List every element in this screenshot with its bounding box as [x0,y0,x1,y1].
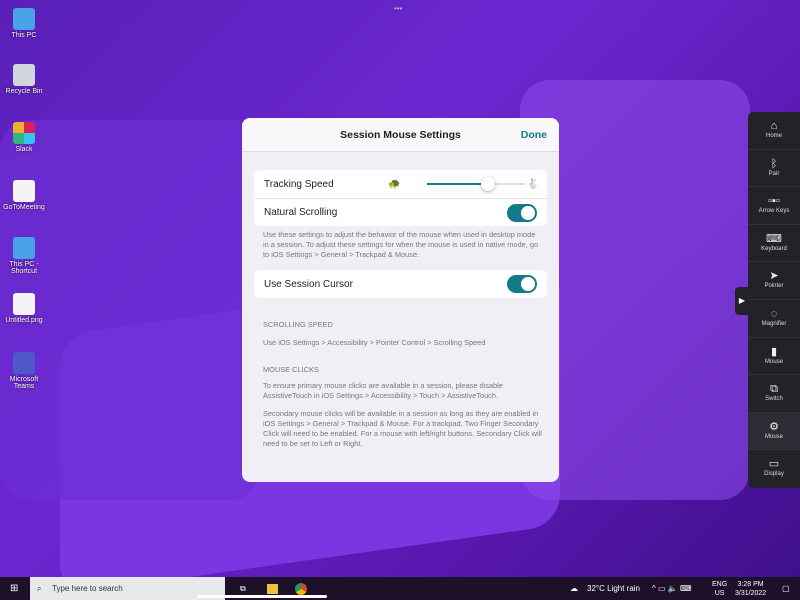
sidebar-item-mouse[interactable]: ▮ Mouse [748,338,800,376]
sidebar-label: Display [764,471,784,478]
chrome-icon[interactable] [295,582,307,595]
icon-label: This PC [11,32,37,39]
image-file-icon [13,293,35,315]
scrolling-speed-text: Use iOS Settings > Accessibility > Point… [263,338,486,347]
session-mouse-settings-dialog: Session Mouse Settings Done Tracking Spe… [242,118,559,482]
use-session-cursor-label: Use Session Cursor [264,278,353,290]
teams-icon [13,352,35,374]
tracking-speed-slider[interactable] [427,177,525,191]
icon-label: This PC - Shortcut [9,261,39,275]
sidebar-item-pair[interactable]: ᛒ Pair [748,150,800,188]
icon-label: Microsoft Teams [9,376,39,390]
sidebar-item-arrow-keys[interactable]: ▫▪▫ Arrow Keys [748,187,800,225]
sidebar-label: Home [765,133,782,139]
use-session-cursor-toggle[interactable] [507,275,537,293]
switch-icon: ⧉ [770,383,778,396]
weather-icon: ☁ [570,584,578,593]
desktop-icon-untitled-png[interactable]: Untitled.png [2,293,46,324]
computer-icon [13,237,35,259]
slack-icon [13,122,35,144]
mouse-settings-note: Use these settings to adjust the behavio… [263,230,539,259]
sidebar-label: Mouse [764,358,783,365]
recycle-bin-icon [13,64,35,86]
task-view-icon[interactable]: ⧉ [240,584,246,594]
scrolling-speed-header: SCROLLING SPEED [263,320,333,329]
file-explorer-icon[interactable] [267,583,278,594]
weather-text[interactable]: 32°C Light rain [587,584,640,593]
mouse-clicks-text-primary: To ensure primary mouse clicks are avail… [263,381,503,400]
desktop-icon-slack[interactable]: Slack [2,122,46,153]
slider-thumb[interactable] [480,177,495,191]
magnifier-icon: ◌ [770,307,778,320]
tracking-speed-row: Tracking Speed 🐢 🐇 [254,170,547,198]
cursor-settings-group: Use Session Cursor [254,270,547,298]
turtle-icon: 🐢 [388,178,401,190]
sidebar-item-switch[interactable]: ⧉ Switch [748,375,800,413]
mouse-clicks-header: MOUSE CLICKS [263,365,319,374]
sidebar-label: Keyboard [761,245,787,252]
sidebar-label: Arrow Keys [758,208,790,215]
home-icon: ⌂ [770,120,778,132]
sidebar-label: Switch [765,396,783,403]
display-icon: ▭ [768,458,780,471]
language: ENG [712,580,728,588]
rabbit-icon: 🐇 [526,178,539,190]
use-session-cursor-row: Use Session Cursor [254,270,547,298]
home-indicator-bar [197,595,327,598]
tray-icons[interactable]: ^ ▭ 🔈 ⌨ [652,584,692,593]
natural-scrolling-toggle[interactable] [507,204,537,222]
region: US [714,589,725,597]
taskbar: ⊞ ⌕ Type here to search ⧉ ☁ 32°C Light ra… [0,577,800,600]
tracking-speed-label: Tracking Speed [264,178,334,190]
desktop-icon-recycle-bin[interactable]: Recycle Bin [2,64,46,95]
mouse-settings-group: Tracking Speed 🐢 🐇 Natural Scrolling [254,170,547,226]
time: 3:28 PM [737,580,764,588]
search-icon: ⌕ [37,584,42,593]
desktop-icon-this-pc-shortcut[interactable]: This PC - Shortcut [2,237,46,275]
sidebar-collapse-handle[interactable]: ▶ [735,287,749,315]
desktop-icon-this-pc[interactable]: This PC [2,8,46,39]
sidebar-item-mouse-settings[interactable]: ⚙ Mouse [748,412,800,451]
desktop-icon-teams[interactable]: Microsoft Teams [2,352,46,390]
sidebar-item-display[interactable]: ▭ Display [748,450,800,488]
drag-handle-icon[interactable]: ••• [394,4,402,13]
language-indicator[interactable]: ENG US [712,580,727,598]
date: 3/31/2022 [735,589,767,597]
notification-icon[interactable]: ▢ [782,584,790,593]
icon-label: Slack [15,146,33,153]
bluetooth-icon: ᛒ [770,157,778,170]
natural-scrolling-label: Natural Scrolling [264,207,338,218]
windows-start-icon[interactable]: ⊞ [10,583,18,594]
computer-icon [13,8,35,30]
taskbar-search-box[interactable]: ⌕ Type here to search [30,577,225,600]
sidebar-item-magnifier[interactable]: ◌ Magnifier [748,300,800,338]
icon-label: Recycle Bin [5,88,43,95]
icon-label: GoToMeeting [3,204,45,211]
toolbar-sidebar: ⌂ Home ᛒ Pair ▫▪▫ Arrow Keys ⌨ Keyboard ➤ Poi… [748,112,800,488]
mouse-icon: ▮ [770,345,778,358]
sidebar-item-keyboard[interactable]: ⌨ Keyboard [748,225,800,263]
sidebar-item-pointer[interactable]: ➤ Pointer [748,262,800,300]
arrow-keys-icon: ▫▪▫ [768,195,780,208]
file-icon [13,180,35,202]
sidebar-label: Pair [768,170,780,177]
pointer-icon: ➤ [769,270,779,283]
clock[interactable]: 3:28 PM 3/31/2022 [735,580,766,598]
natural-scrolling-row: Natural Scrolling [254,198,547,226]
search-placeholder: Type here to search [52,584,123,593]
keyboard-icon: ⌨ [766,232,782,245]
desktop-icon-gotomeeting[interactable]: GoToMeeting [2,180,46,211]
sidebar-item-home[interactable]: ⌂ Home [748,112,800,150]
dialog-title: Session Mouse Settings [340,129,461,141]
sidebar-label: Pointer [764,283,784,290]
icon-label: Untitled.png [5,317,43,324]
dialog-header: Session Mouse Settings Done [242,118,559,152]
mouse-clicks-text-secondary: Secondary mouse clicks will be available… [263,409,542,448]
sidebar-label: Mouse [764,433,783,440]
gear-icon: ⚙ [769,420,779,433]
done-button[interactable]: Done [521,118,547,152]
sidebar-label: Magnifier [761,320,787,327]
